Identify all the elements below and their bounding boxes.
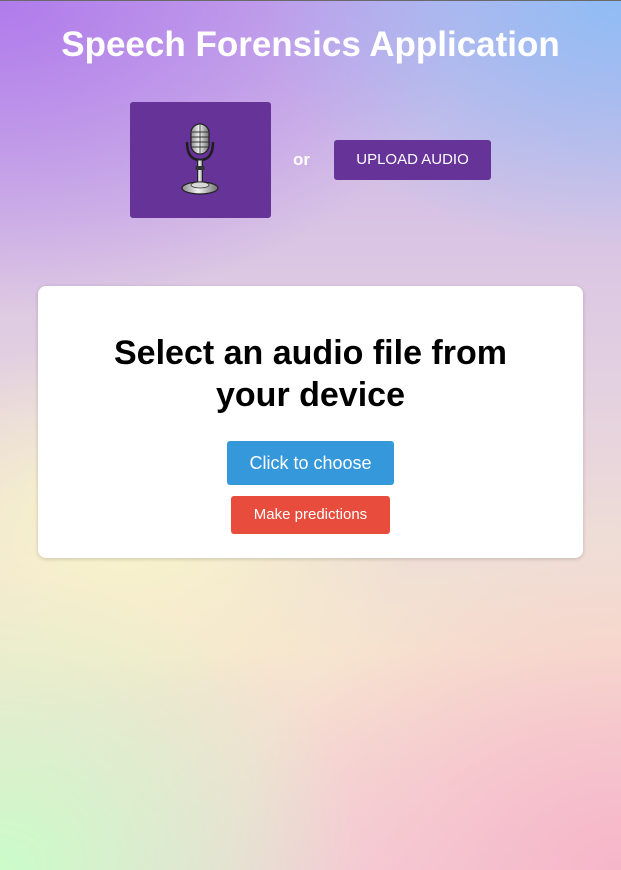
choose-file-button[interactable]: Click to choose: [227, 441, 394, 485]
microphone-icon: [181, 123, 219, 195]
top-border: [0, 0, 621, 1]
page-title: Speech Forensics Application: [61, 25, 560, 64]
record-button[interactable]: [130, 102, 271, 218]
card-heading: Select an audio file from your device: [114, 334, 507, 414]
make-predictions-button[interactable]: Make predictions: [231, 496, 390, 534]
upload-audio-button[interactable]: UPLOAD AUDIO: [334, 140, 491, 180]
or-separator: or: [293, 150, 310, 169]
file-select-card: Select an audio file from your device Cl…: [38, 286, 583, 558]
